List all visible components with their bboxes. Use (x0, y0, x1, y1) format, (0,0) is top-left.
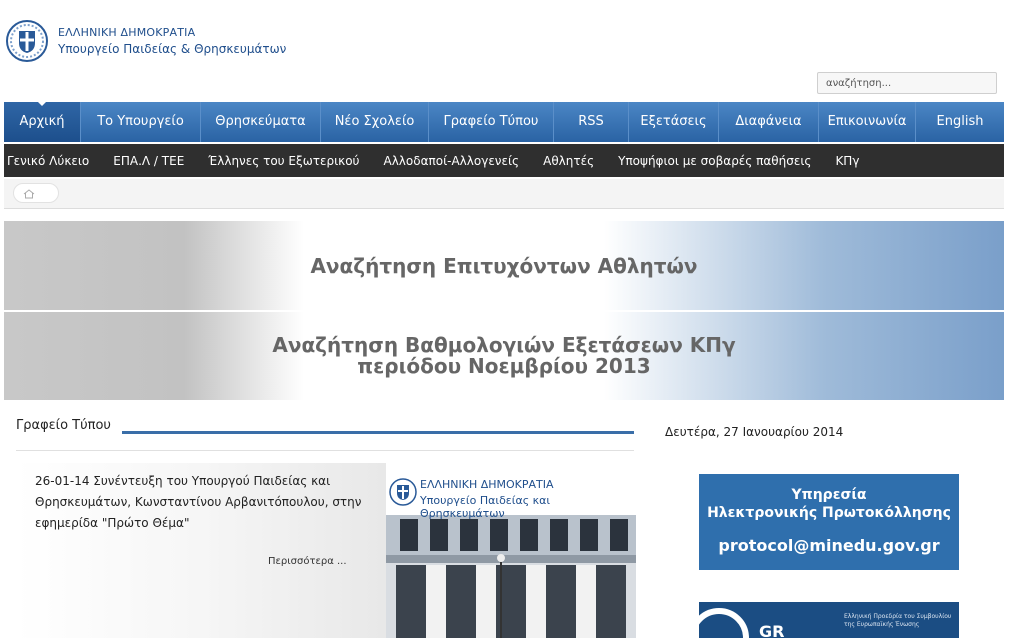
subnav-item-athletes[interactable]: Αθλητές (531, 154, 606, 168)
greek-coat-of-arms-icon[interactable] (5, 19, 49, 63)
nav-item-exams[interactable]: Εξετάσεις (629, 102, 719, 142)
e-protocol-banner[interactable]: Υπηρεσία Ηλεκτρονικής Πρωτοκόλλησης prot… (699, 474, 959, 570)
promo-email: protocol@minedu.gov.gr (718, 536, 940, 555)
news-image-line-2: Υπουργείο Παιδείας και Θρησκευμάτων (420, 494, 551, 520)
press-office-heading: Γραφείο Τύπου (16, 418, 111, 433)
banner-athletes-search[interactable]: Αναζήτηση Επιτυχόντων Αθλητών (4, 221, 1004, 310)
eu-presidency-gr: GR (759, 622, 785, 638)
eu-presidency-text: Ελληνική Προεδρία του Συμβουλίου της Ευρ… (844, 613, 952, 628)
promo-line-1: Υπηρεσία (791, 487, 867, 503)
promo-line-2: Ηλεκτρονικής Πρωτοκόλλησης (707, 505, 951, 521)
subnav-item-epal-tee[interactable]: ΕΠΑ.Λ / ΤΕΕ (101, 154, 196, 168)
news-image-line-1: ΕΛΛΗΝΙΚΗ ΔΗΜΟΚΡΑΤΙΑ (420, 478, 554, 491)
section-divider (122, 431, 634, 434)
current-date: Δευτέρα, 27 Ιανουαρίου 2014 (665, 425, 844, 439)
subnav-item-kpg[interactable]: ΚΠγ (823, 154, 871, 168)
nav-item-press-office[interactable]: Γραφείο Τύπου (429, 102, 554, 142)
news-article-text[interactable]: 26-01-14 Συνέντευξη του Υπουργού Παιδεία… (35, 471, 375, 534)
nav-item-english[interactable]: English (916, 102, 1004, 142)
read-more-link[interactable]: Περισσότερα ... (268, 556, 347, 567)
eu-presidency-banner[interactable]: GR Ελληνική Προεδρία του Συμβουλίου της … (699, 602, 959, 638)
subnav-item-general-lyceum[interactable]: Γενικό Λύκειο (4, 154, 101, 168)
news-image[interactable]: ΕΛΛΗΝΙΚΗ ΔΗΜΟΚΡΑΤΙΑ Υπουργείο Παιδείας κ… (386, 463, 636, 638)
banner-athletes-search-label: Αναζήτηση Επιτυχόντων Αθλητών (310, 253, 698, 278)
subnav-item-serious-illness[interactable]: Υποψήφιοι με σοβαρές παθήσεις (606, 154, 823, 168)
nav-item-rss[interactable]: RSS (554, 102, 629, 142)
news-item: 26-01-14 Συνέντευξη του Υπουργού Παιδεία… (16, 463, 386, 638)
greek-coat-of-arms-icon (389, 478, 417, 506)
eu-presidency-logo-arc (699, 608, 749, 638)
breadcrumb-home[interactable] (13, 183, 59, 203)
subnav-item-greeks-abroad[interactable]: Έλληνες του Εξωτερικού (196, 154, 371, 168)
section-divider (16, 450, 634, 451)
brand-line-1: ΕΛΛΗΝΙΚΗ ΔΗΜΟΚΡΑΤΙΑ (58, 26, 196, 39)
breadcrumb (4, 179, 1004, 209)
nav-item-transparency[interactable]: Διαφάνεια (719, 102, 819, 142)
nav-item-ministry[interactable]: Το Υπουργείο (81, 102, 201, 142)
brand-line-2: Υπουργείο Παιδείας & Θρησκευμάτων (58, 42, 287, 56)
nav-item-contact[interactable]: Επικοινωνία (819, 102, 916, 142)
search-input[interactable] (817, 72, 997, 94)
banner-kpg-scores-search[interactable]: Αναζήτηση Βαθμολογιών Εξετάσεων ΚΠγ περι… (4, 312, 1004, 400)
nav-item-religions[interactable]: Θρησκεύματα (201, 102, 321, 142)
site-brand[interactable]: ΕΛΛΗΝΙΚΗ ΔΗΜΟΚΡΑΤΙΑ Υπουργείο Παιδείας &… (58, 25, 286, 57)
home-icon (23, 189, 35, 199)
banner-kpg-line-1: Αναζήτηση Βαθμολογιών Εξετάσεων ΚΠγ (272, 333, 736, 357)
banner-kpg-line-2: περιόδου Νοεμβρίου 2013 (357, 354, 651, 378)
secondary-navigation: Γενικό Λύκειο ΕΠΑ.Λ / ΤΕΕ Έλληνες του Εξ… (4, 144, 1004, 177)
subnav-item-foreigners[interactable]: Αλλοδαποί-Αλλογενείς (372, 154, 532, 168)
nav-item-new-school[interactable]: Νέο Σχολείο (321, 102, 429, 142)
main-navigation: Αρχική Το Υπουργείο Θρησκεύματα Νέο Σχολ… (4, 102, 1004, 142)
nav-item-home[interactable]: Αρχική (4, 102, 81, 142)
